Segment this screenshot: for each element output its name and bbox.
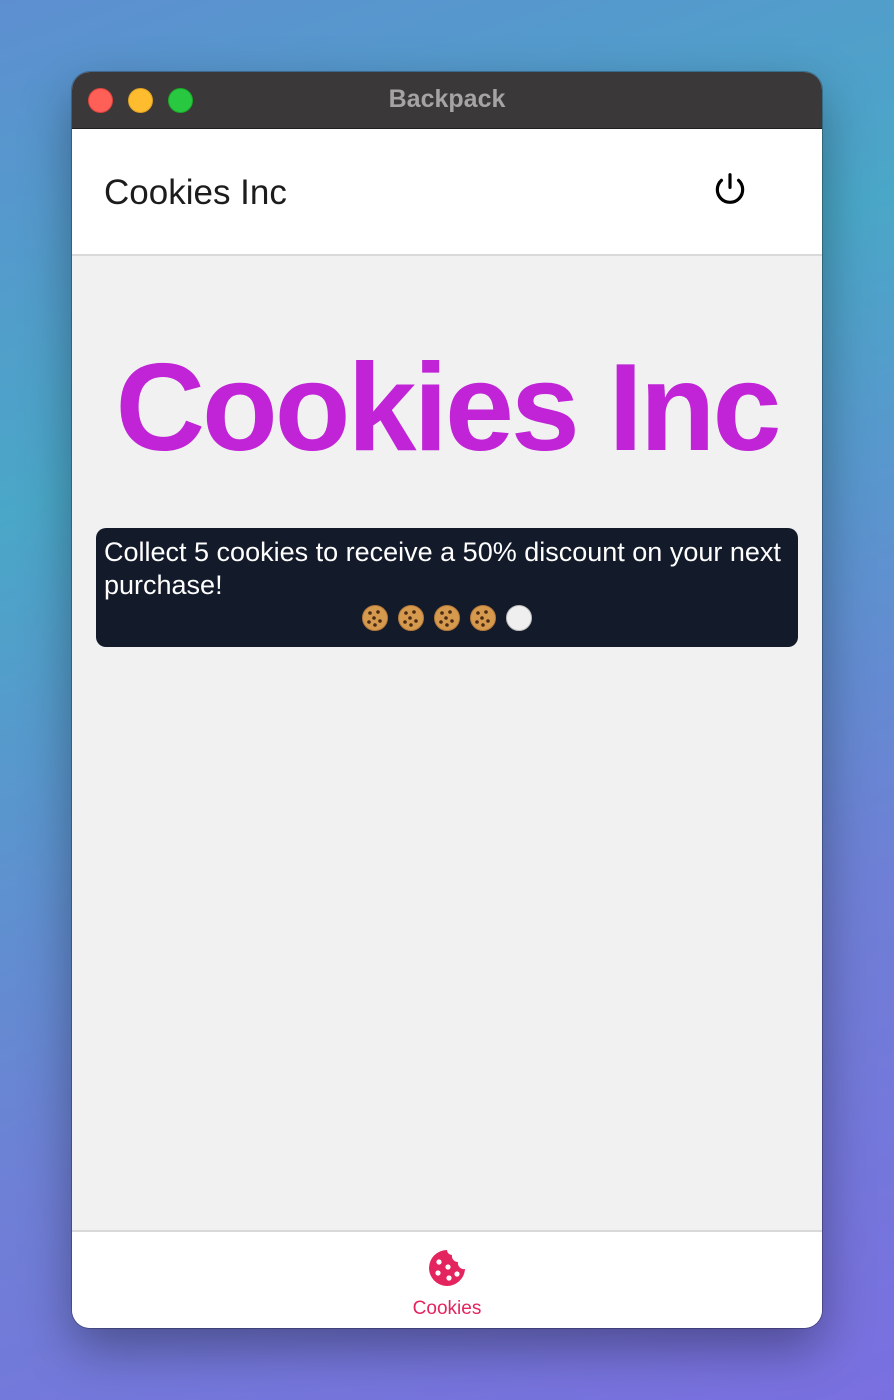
window-title: Backpack [388,85,506,113]
power-icon [715,173,745,204]
app-window: Backpack Cookies Inc Cookies Inc Collect… [72,72,822,1328]
brand-hero-title: Cookies Inc [115,339,782,477]
header-title: Cookies Inc [104,173,287,212]
tab-cookies-label: Cookies [412,1298,482,1319]
cookie-icon [429,1250,465,1286]
empty-stamp-icon [506,605,532,631]
cookie-stamp-icon [434,605,460,631]
loyalty-message: Collect 5 cookies to receive a 50% disco… [104,537,781,600]
cookie-stamp-icon [362,605,388,631]
title-bar: Backpack [72,72,822,129]
power-button[interactable] [704,163,756,215]
cookie-stamp-icon [470,605,496,631]
cookie-stamp-icon [398,605,424,631]
stamp-row [104,604,790,632]
tab-bar: Cookies [72,1230,822,1328]
app-header: Cookies Inc [72,129,822,256]
loyalty-card: Collect 5 cookies to receive a 50% disco… [96,528,798,647]
main-content: Cookies Inc Collect 5 cookies to receive… [72,256,822,1231]
tab-cookies[interactable]: Cookies [397,1248,497,1328]
